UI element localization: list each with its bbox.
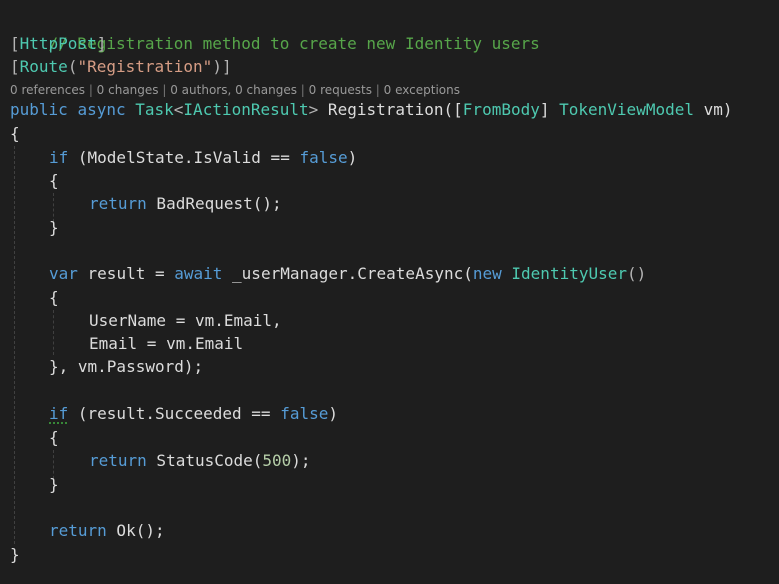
- code-line-attribute-httppost: [HttpPost]: [10, 32, 106, 55]
- brace-open: {: [49, 288, 59, 307]
- keyword-if-with-suggestion[interactable]: if: [49, 404, 68, 423]
- angle-open: <: [173, 100, 184, 119]
- badrequest-call: BadRequest();: [146, 194, 282, 213]
- code-editor[interactable]: // Registration method to create new Ide…: [0, 0, 779, 584]
- attribute-httppost: HttpPost: [19, 34, 97, 53]
- indent-guide-initializer: [53, 310, 54, 355]
- empty-parens: (): [627, 264, 647, 283]
- ok-call: Ok();: [106, 521, 165, 540]
- brace-open: {: [49, 171, 59, 190]
- username-assign: UserName = vm.Email,: [89, 311, 282, 330]
- code-line-return-statuscode: return StatusCode(500);: [89, 449, 311, 472]
- brace-close: }: [10, 545, 20, 564]
- code-line-username: UserName = vm.Email,: [89, 309, 282, 332]
- code-line-if2-open: {: [49, 426, 59, 449]
- keyword-new: new: [472, 264, 502, 283]
- bracket-close: ]: [96, 34, 107, 53]
- keyword-public: public: [10, 100, 68, 119]
- type-identityuser: IdentityUser: [511, 264, 627, 283]
- code-line-if-modelstate: if (ModelState.IsValid == false): [49, 146, 357, 169]
- type-iactionresult: IActionResult: [183, 100, 309, 119]
- password-arg: }, vm.Password);: [49, 357, 204, 376]
- codelens-authors[interactable]: 0 authors, 0 changes: [170, 83, 297, 97]
- keyword-await: await: [174, 264, 223, 283]
- code-line-attribute-route: [Route("Registration")]: [10, 55, 232, 78]
- codelens-exceptions[interactable]: 0 exceptions: [384, 83, 460, 97]
- codelens-references[interactable]: 0 references: [10, 83, 85, 97]
- paren-bracket-close: )]: [212, 57, 232, 76]
- codelens-separator: |: [296, 83, 309, 97]
- bracket-close: ]: [539, 100, 560, 119]
- code-line-if1-close: }: [49, 216, 59, 239]
- keyword-false: false: [299, 148, 348, 167]
- param-vm: vm): [693, 100, 733, 119]
- paren-open: (: [67, 57, 78, 76]
- code-line-if-succeeded: if (result.Succeeded == false): [49, 402, 338, 425]
- if-condition: (ModelState.IsValid ==: [68, 148, 300, 167]
- bracket-open: [: [10, 57, 20, 76]
- code-line-initializer-close: }, vm.Password);: [49, 355, 203, 378]
- comment-text: // Registration method to create new Ide…: [48, 34, 540, 53]
- codelens-separator: |: [85, 83, 97, 97]
- keyword-return: return: [49, 521, 107, 540]
- code-line-return-ok: return Ok();: [49, 519, 165, 542]
- route-string: "Registration": [77, 57, 213, 76]
- code-line-email: Email = vm.Email: [89, 332, 243, 355]
- attribute-frombody: FromBody: [462, 100, 540, 119]
- if-condition: (result.Succeeded ==: [68, 404, 281, 423]
- createasync-call: _userManager.CreateAsync(: [222, 264, 473, 283]
- keyword-return: return: [89, 194, 147, 213]
- codelens-separator: |: [158, 83, 171, 97]
- statuscode-call: StatusCode(: [146, 451, 263, 470]
- bracket-open: [: [10, 34, 20, 53]
- paren-close: ): [328, 404, 338, 423]
- angle-close: >: [308, 100, 319, 119]
- code-line-method-close: }: [10, 543, 20, 566]
- keyword-var: var: [49, 264, 78, 283]
- paren-close: ): [347, 148, 358, 167]
- number-500: 500: [262, 451, 292, 470]
- code-line-if1-open: {: [49, 169, 59, 192]
- paren-close: );: [291, 451, 311, 470]
- code-line-return-badrequest: return BadRequest();: [89, 192, 282, 215]
- type-tokenviewmodel: TokenViewModel: [559, 100, 694, 119]
- type-task: Task: [135, 100, 174, 119]
- method-name: Registration([: [318, 100, 463, 119]
- codelens-separator: |: [371, 83, 384, 97]
- attribute-route: Route: [19, 57, 68, 76]
- result-assign: result =: [77, 264, 175, 283]
- email-assign: Email = vm.Email: [89, 334, 244, 353]
- brace-open: {: [10, 124, 20, 143]
- indent-guide-method: [14, 146, 15, 544]
- brace-close: }: [49, 475, 59, 494]
- keyword-if: if: [49, 148, 69, 167]
- code-line-method-signature: public async Task<IActionResult> Registr…: [10, 98, 733, 121]
- code-line-initializer-open: {: [49, 286, 59, 309]
- codelens-requests[interactable]: 0 requests: [309, 83, 372, 97]
- keyword-return: return: [89, 451, 147, 470]
- codelens-bar: 0 references | 0 changes | 0 authors, 0 …: [10, 80, 460, 100]
- code-line-if2-close: }: [49, 473, 59, 496]
- codelens-changes[interactable]: 0 changes: [97, 83, 159, 97]
- keyword-false: false: [280, 404, 329, 423]
- brace-open: {: [49, 428, 59, 447]
- code-line-var-result: var result = await _userManager.CreateAs…: [49, 262, 646, 285]
- brace-close: }: [49, 218, 59, 237]
- keyword-async: async: [77, 100, 126, 119]
- code-line-method-open: {: [10, 122, 20, 145]
- code-line-comment: // Registration method to create new Ide…: [10, 9, 540, 53]
